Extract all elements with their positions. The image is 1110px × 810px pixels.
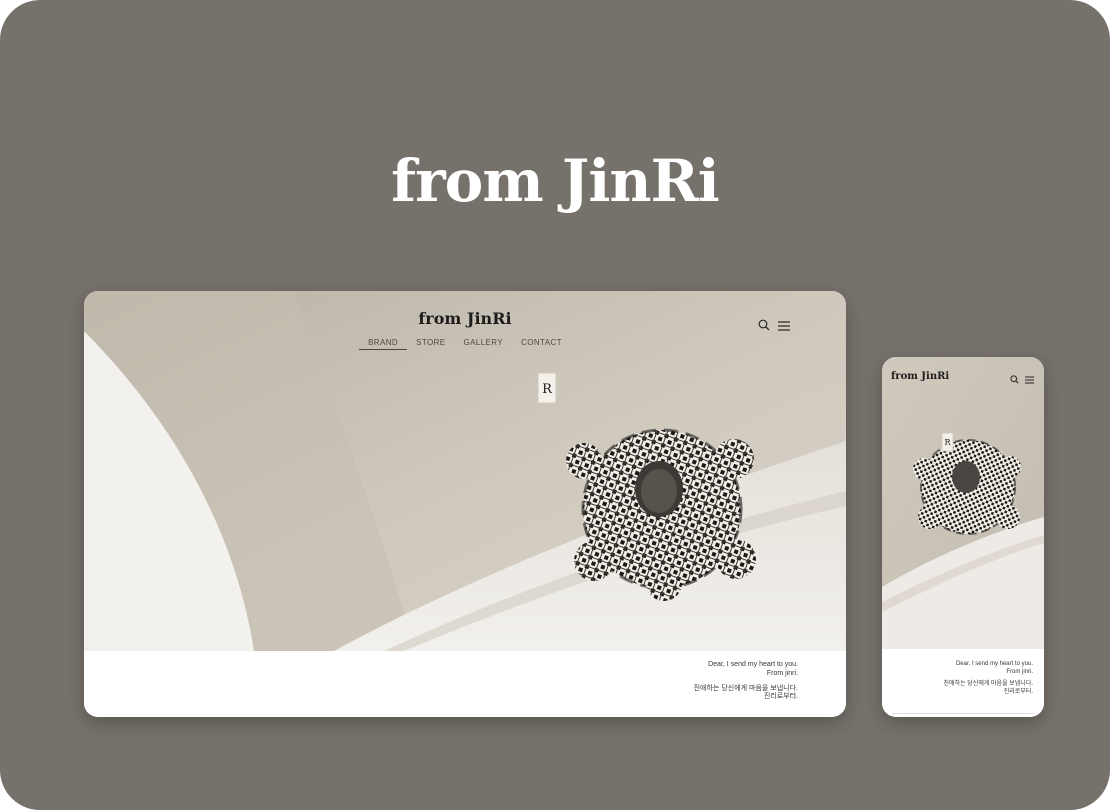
search-icon[interactable] — [758, 318, 770, 336]
desktop-mockup: R from JinRi BRAND STORE GALLERY CONTACT — [84, 291, 846, 717]
message-ko-line1: 진애하는 당신에게 마음을 보냅니다. — [693, 684, 798, 692]
header-tools — [758, 318, 790, 336]
home-indicator — [892, 713, 1034, 714]
message-ko-line2: 진리로부터. — [763, 693, 798, 701]
nav-contact[interactable]: CONTACT — [512, 337, 571, 350]
mobile-message-ko-line1: 친애하는 당신에게 마음을 보냅니다. — [943, 681, 1033, 687]
mobile-hero-photo: R from JinRi — [882, 357, 1044, 649]
main-nav: BRAND STORE GALLERY CONTACT — [84, 337, 846, 350]
search-icon[interactable] — [1010, 371, 1019, 389]
hero-title: from JinRi — [391, 147, 720, 215]
mobile-site-logo[interactable]: from JinRi — [891, 371, 949, 382]
message-section: Dear, I send my heart to you. From jinri… — [84, 651, 846, 717]
nav-gallery[interactable]: GALLERY — [455, 337, 513, 350]
mobile-hero-photo-art: R — [882, 357, 1044, 649]
message-en-line1: Dear, I send my heart to you. — [708, 661, 798, 668]
presentation-canvas: from JinRi R from JinRi BRAND STORE GALL… — [0, 0, 1110, 810]
menu-icon[interactable] — [778, 318, 790, 336]
mobile-message-en-line1: Dear, I send my heart to you. — [955, 661, 1033, 667]
mobile-message-ko-line2: 진리로부터. — [1003, 688, 1033, 695]
mobile-header-tools — [1010, 371, 1034, 389]
mobile-tag-letter: R — [944, 438, 951, 447]
nav-store[interactable]: STORE — [407, 337, 454, 350]
message-en-line2: From jinri. — [766, 669, 798, 677]
mobile-message-section: Dear, I send my heart to you. From jinri… — [882, 649, 1044, 717]
site-logo[interactable]: from JinRi — [84, 309, 846, 328]
hero-photo: R from JinRi BRAND STORE GALLERY CONTACT — [84, 291, 846, 651]
message-block: Dear, I send my heart to you. From jinri… — [694, 661, 798, 702]
menu-icon[interactable] — [1025, 371, 1034, 389]
mobile-message-en-line2: From jinri. — [1006, 668, 1033, 675]
mobile-mockup: R from JinRi Dear, I send my heart to yo… — [882, 357, 1044, 717]
nav-brand[interactable]: BRAND — [359, 337, 408, 350]
tag-letter: R — [542, 382, 553, 397]
mobile-message-block: Dear, I send my heart to you. From jinri… — [944, 661, 1033, 696]
